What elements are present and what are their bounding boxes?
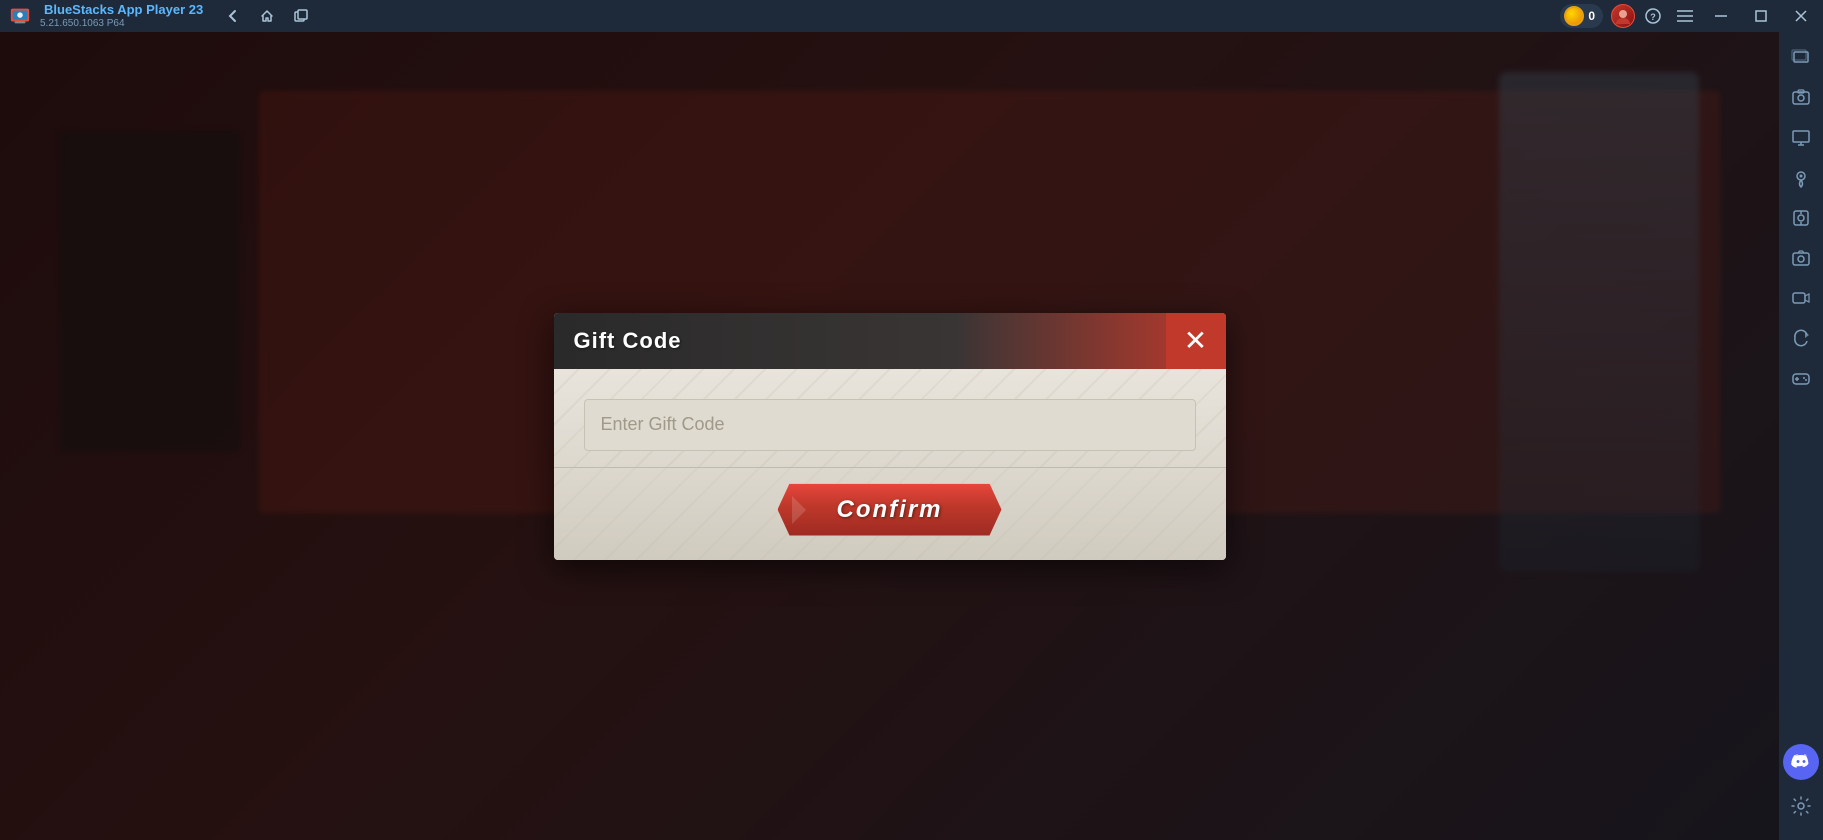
modal-body [554, 369, 1226, 467]
avatar[interactable] [1611, 4, 1635, 28]
svg-text:?: ? [1650, 12, 1656, 22]
discord-button[interactable] [1783, 744, 1819, 780]
titlebar-nav [219, 2, 315, 30]
menu-button[interactable] [1671, 2, 1699, 30]
home-button[interactable] [253, 2, 281, 30]
sidebar-screenshot-button[interactable] [1783, 80, 1819, 116]
maximize-button[interactable] [1743, 0, 1779, 32]
sidebar-rotate-button[interactable] [1783, 320, 1819, 356]
modal-title: Gift Code [574, 328, 682, 354]
coin-count: 0 [1588, 9, 1595, 23]
sidebar-record-button[interactable] [1783, 280, 1819, 316]
sidebar-layers-button[interactable] [1783, 40, 1819, 76]
confirm-label: Confirm [837, 496, 943, 524]
sidebar-display-button[interactable] [1783, 120, 1819, 156]
help-button[interactable]: ? [1639, 2, 1667, 30]
titlebar: BlueStacks App Player 23 5.21.650.1063 P… [0, 0, 1823, 32]
app-logo [4, 0, 36, 32]
sidebar-gamepad-button[interactable] [1783, 360, 1819, 396]
titlebar-right: 0 ? [1560, 0, 1823, 32]
close-window-button[interactable] [1783, 0, 1819, 32]
modal-overlay: Gift Code ✕ Confirm [0, 32, 1779, 840]
sidebar-settings-button[interactable] [1783, 788, 1819, 824]
app-name: BlueStacks App Player 23 [44, 3, 203, 17]
coin-badge[interactable]: 0 [1560, 4, 1603, 28]
copy-window-button[interactable] [287, 2, 315, 30]
confirm-button[interactable]: Confirm [778, 484, 1002, 536]
back-button[interactable] [219, 2, 247, 30]
sidebar-macro-button[interactable] [1783, 200, 1819, 236]
app-version: 5.21.650.1063 P64 [40, 18, 203, 29]
close-icon: ✕ [1184, 327, 1207, 355]
sidebar-location-button[interactable] [1783, 160, 1819, 196]
minimize-button[interactable] [1703, 0, 1739, 32]
modal-header: Gift Code ✕ [554, 313, 1226, 369]
gift-code-input[interactable] [584, 399, 1196, 451]
sidebar-camera-button[interactable] [1783, 240, 1819, 276]
coin-icon [1564, 6, 1584, 26]
right-sidebar [1779, 32, 1823, 840]
game-area: Gift Code ✕ Confirm [0, 32, 1779, 840]
modal-close-button[interactable]: ✕ [1166, 313, 1226, 369]
gift-code-modal: Gift Code ✕ Confirm [554, 313, 1226, 560]
modal-footer: Confirm [554, 467, 1226, 560]
